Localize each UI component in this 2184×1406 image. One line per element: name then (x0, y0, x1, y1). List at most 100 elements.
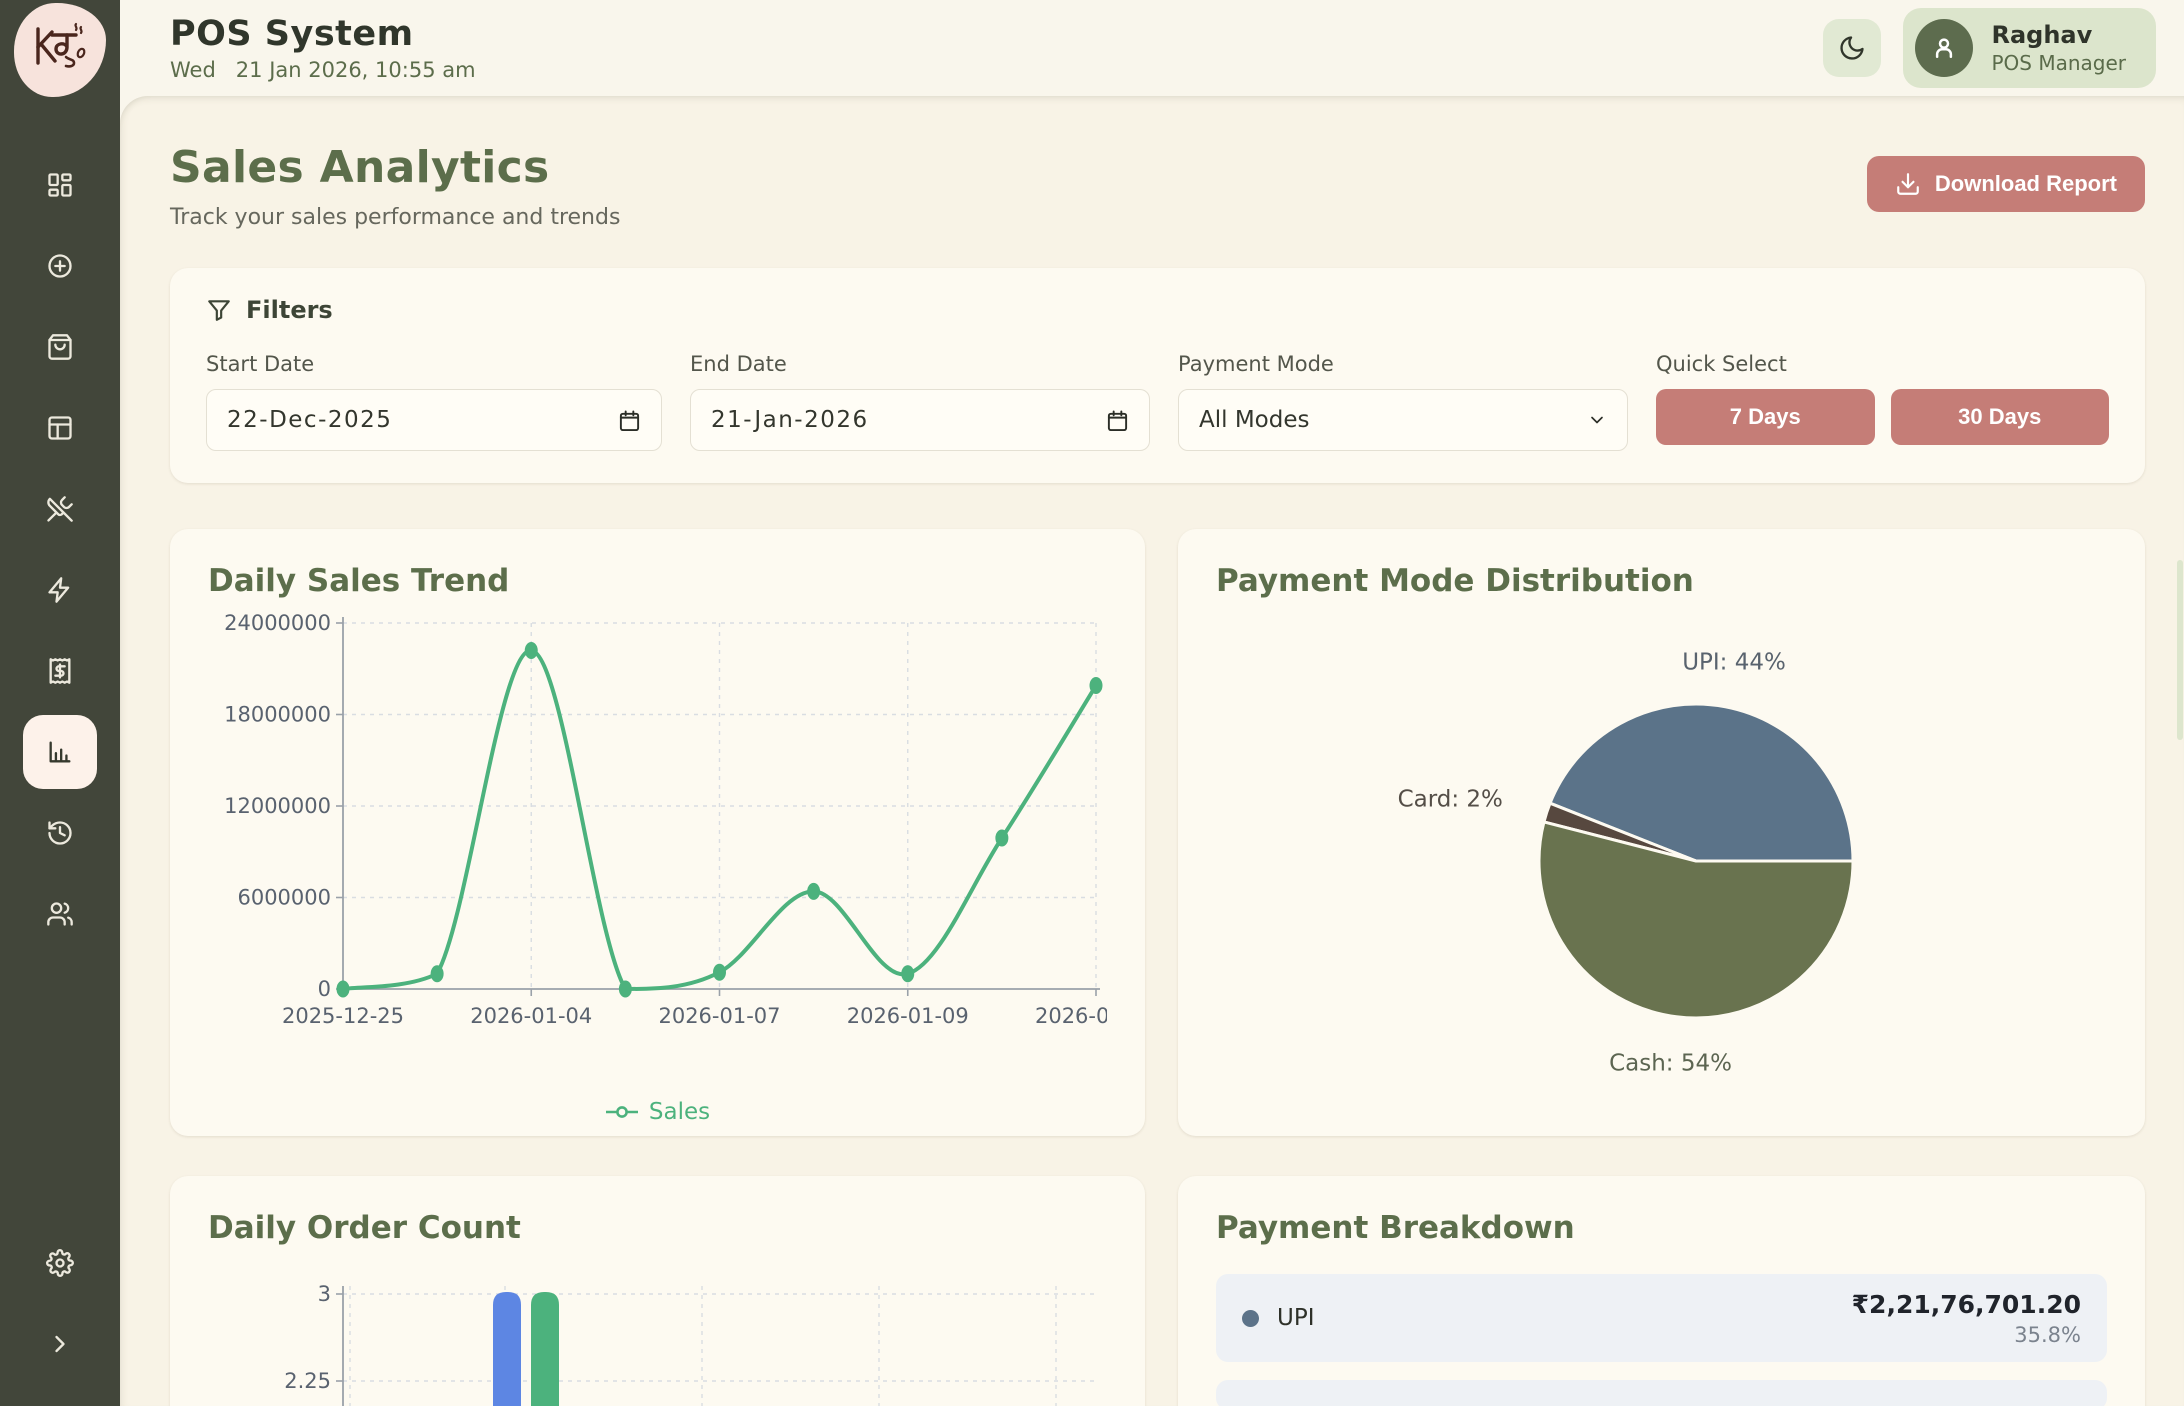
logo-blob-icon (14, 3, 106, 97)
sidebar-nav (0, 148, 120, 1406)
start-date-label: Start Date (206, 352, 662, 376)
svg-text:2025-12-25: 2025-12-25 (282, 1004, 404, 1028)
daily-order-count-title: Daily Order Count (208, 1210, 1107, 1246)
payment-mode-label: Payment Mode (1178, 352, 1628, 376)
filters-card: Filters Start Date 22-Dec-2025 End Date … (170, 268, 2145, 483)
upi-dot-icon (1242, 1310, 1259, 1327)
svg-text:2.25: 2.25 (284, 1369, 331, 1393)
table-row-partial[interactable] (1216, 1380, 2107, 1406)
page-scrollbar[interactable] (2177, 560, 2183, 740)
quick-select-7-days-button[interactable]: 7 Days (1656, 389, 1875, 445)
gear-icon (46, 1249, 74, 1277)
filters-grid: Start Date 22-Dec-2025 End Date 21-Jan-2… (206, 352, 2109, 451)
svg-text:UPI: 44%: UPI: 44% (1682, 650, 1786, 676)
daily-sales-trend-title: Daily Sales Trend (208, 563, 1107, 599)
payment-mode-field: Payment Mode All Modes (1178, 352, 1628, 451)
user-info: Raghav POS Manager (1991, 21, 2126, 75)
person-icon (1929, 33, 1959, 63)
sidebar-item-orders[interactable] (23, 310, 97, 384)
payment-mode-distribution-card: Payment Mode Distribution UPI: 44%Card: … (1178, 529, 2145, 1136)
dark-mode-toggle[interactable] (1823, 19, 1881, 77)
sidebar-item-new-order[interactable] (23, 229, 97, 303)
daily-sales-trend-card: Daily Sales Trend 0 6000000 12000000 180000… (170, 529, 1145, 1136)
svg-text:24000000: 24000000 (224, 611, 331, 635)
svg-text:2026-01-07: 2026-01-07 (658, 1004, 780, 1028)
svg-text:6000000: 6000000 (237, 886, 331, 910)
dashboard-icon (46, 171, 74, 199)
payment-mode-pie-chart: UPI: 44% Card: 2% Cash: 54% (1216, 609, 2115, 1099)
svg-text:18000000: 18000000 (224, 703, 331, 727)
chevron-down-icon (1587, 410, 1607, 430)
svg-text:0: 0 (318, 977, 331, 1001)
breakdown-row-amount: ₹2,21,76,701.20 (1852, 1290, 2081, 1319)
utensils-crossed-icon (46, 495, 74, 523)
svg-text:2026-01-20: 2026-01-20 (1035, 1004, 1107, 1028)
filter-funnel-icon (206, 297, 232, 323)
top-header: POS System Wed 21 Jan 2026, 10:55 am Rag… (120, 0, 2184, 96)
legend-marker-icon (605, 1104, 639, 1120)
page-title: Sales Analytics (170, 142, 620, 193)
svg-text:2026-01-09: 2026-01-09 (847, 1004, 969, 1028)
table-row[interactable]: UPI ₹2,21,76,701.20 35.8% (1216, 1274, 2107, 1362)
end-date-label: End Date (690, 352, 1150, 376)
sidebar-item-analytics[interactable] (23, 715, 97, 789)
filters-title: Filters (246, 296, 333, 324)
user-name: Raghav (1991, 21, 2126, 49)
download-report-button[interactable]: Download Report (1867, 156, 2145, 212)
page-subtitle: Track your sales performance and trends (170, 205, 620, 230)
user-role: POS Manager (1991, 51, 2126, 75)
filters-head: Filters (206, 296, 2109, 324)
svg-text:3: 3 (318, 1282, 331, 1306)
sidebar (0, 0, 120, 1406)
svg-text:Cash: 54%: Cash: 54% (1609, 1050, 1732, 1076)
sidebar-item-menu[interactable] (23, 472, 97, 546)
main-content: Sales Analytics Track your sales perform… (120, 96, 2184, 1406)
table-icon (46, 414, 74, 442)
svg-text:Card: 2%: Card: 2% (1398, 786, 1503, 812)
sidebar-item-quick-actions[interactable] (23, 553, 97, 627)
app-logo[interactable] (0, 0, 120, 100)
weekday-label: Wed (170, 58, 216, 82)
start-date-field: Start Date 22-Dec-2025 (206, 352, 662, 451)
quick-select-30-days-button[interactable]: 30 Days (1891, 389, 2110, 445)
sidebar-item-history[interactable] (23, 796, 97, 870)
sidebar-item-customers[interactable] (23, 877, 97, 951)
avatar (1915, 19, 1973, 77)
payment-breakdown-card: Payment Breakdown UPI ₹2,21,76,701.20 35… (1178, 1176, 2145, 1406)
history-icon (46, 819, 74, 847)
sidebar-bottom (23, 1226, 97, 1388)
zap-icon (46, 576, 74, 604)
calendar-icon (618, 409, 641, 432)
payment-mode-select[interactable]: All Modes (1178, 389, 1628, 451)
users-icon (46, 900, 74, 928)
svg-text:12000000: 12000000 (224, 794, 331, 818)
datetime-label: 21 Jan 2026, 10:55 am (236, 58, 476, 82)
legend-label: Sales (649, 1099, 710, 1125)
payment-breakdown-title: Payment Breakdown (1216, 1210, 2107, 1246)
daily-sales-trend-chart: 0 6000000 12000000 18000000 24000000 2025-12-… (208, 609, 1107, 1087)
plus-circle-icon (46, 252, 74, 280)
breakdown-row-label: UPI (1277, 1305, 1315, 1331)
header-date: Wed 21 Jan 2026, 10:55 am (170, 58, 476, 82)
sidebar-item-settings[interactable] (23, 1226, 97, 1300)
bar-chart-icon (46, 738, 74, 766)
end-date-input[interactable]: 21-Jan-2026 (690, 389, 1150, 451)
calendar-icon (1106, 409, 1129, 432)
sidebar-item-billing[interactable] (23, 634, 97, 708)
download-report-label: Download Report (1935, 171, 2117, 197)
app-title: POS System (170, 14, 476, 54)
user-menu[interactable]: Raghav POS Manager (1903, 8, 2156, 88)
end-date-field: End Date 21-Jan-2026 (690, 352, 1150, 451)
quick-select-label: Quick Select (1656, 352, 2109, 376)
sidebar-expand-button[interactable] (23, 1307, 97, 1381)
shopping-bag-icon (46, 333, 74, 361)
daily-order-count-card: Daily Order Count 3 2.25 (170, 1176, 1145, 1406)
page-head: Sales Analytics Track your sales perform… (170, 142, 2145, 230)
sidebar-item-tables[interactable] (23, 391, 97, 465)
breakdown-row-percent: 35.8% (1852, 1323, 2081, 1347)
chevron-right-icon (46, 1330, 74, 1358)
receipt-icon (46, 657, 74, 685)
breakdown-row-values: ₹2,21,76,701.20 35.8% (1852, 1290, 2081, 1347)
start-date-input[interactable]: 22-Dec-2025 (206, 389, 662, 451)
sidebar-item-dashboard[interactable] (23, 148, 97, 222)
